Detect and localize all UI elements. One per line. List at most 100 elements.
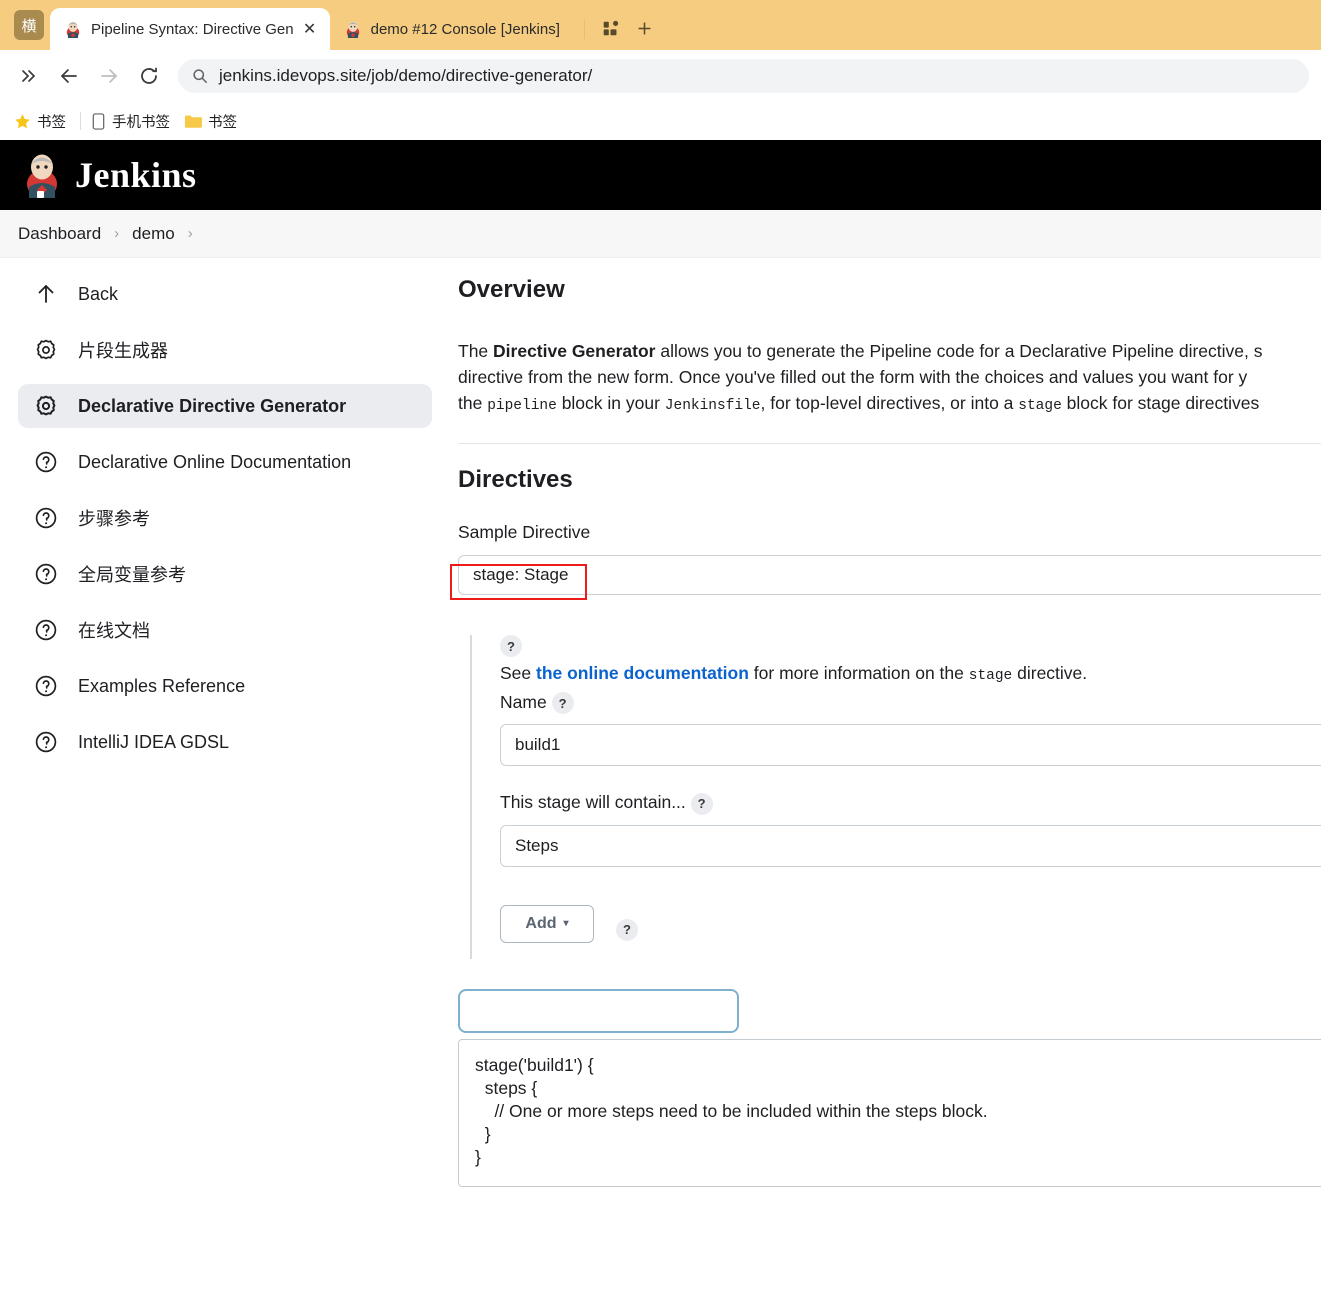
page-body: Back 片段生成器 Declarative Directive Generat… [0,258,1321,1262]
bookmark-item[interactable]: 书签 [184,111,237,132]
browser-chrome: 横 Pipeline Syntax: Directive Gen ✕ demo … [0,0,1321,140]
bookmark-label: 书签 [37,114,66,131]
gear-icon [32,392,60,420]
see-prefix: See [500,663,536,683]
breadcrumb-item-dashboard[interactable]: Dashboard [18,224,101,244]
overview-paragraph-line-3: the pipeline block in your Jenkinsfile, … [458,390,1321,419]
contain-label: This stage will contain... [500,792,686,813]
inline-code-stage: stage [1018,398,1062,414]
bookmark-divider [80,112,81,130]
reload-button[interactable] [132,59,166,93]
jenkins-logo-icon[interactable] [22,152,62,198]
inline-code-stage: stage [968,668,1013,684]
tab-organize-icon[interactable] [597,14,625,42]
help-icon [32,448,60,476]
sample-directive-value: stage: Stage [473,565,569,584]
arrow-up-icon [32,280,60,308]
help-badge-icon[interactable]: ? [690,792,713,815]
search-icon [192,68,208,84]
browser-tab-active[interactable]: Pipeline Syntax: Directive Gen ✕ [50,8,330,50]
generate-directive-button[interactable] [458,988,739,1033]
breadcrumb-item-demo[interactable]: demo [132,224,175,244]
overview-paragraph-line-1: The Directive Generator allows you to ge… [458,338,1321,364]
tab-strip: 横 Pipeline Syntax: Directive Gen ✕ demo … [0,0,1321,50]
help-icon [32,560,60,588]
folder-icon [184,114,202,129]
sample-directive-label: Sample Directive [458,522,591,542]
help-badge-icon[interactable]: ? [500,635,522,657]
breadcrumb: Dashboard › demo › [0,210,1321,258]
overview-text: block in your [556,393,665,413]
bookmark-label: 手机书签 [112,114,170,131]
generated-code-output[interactable]: stage('build1') { steps { // One or more… [458,1038,1321,1187]
browser-toolbar: jenkins.idevops.site/job/demo/directive-… [0,50,1321,102]
sidebar-item-intellij-idea-gdsl[interactable]: IntelliJ IDEA GDSL [18,720,432,764]
see-suffix: directive. [1012,663,1088,683]
browser-tab-inactive[interactable]: demo #12 Console [Jenkins] [330,8,572,50]
bookmark-item[interactable]: 手机书签 [91,111,170,132]
star-icon [14,113,31,130]
sidebar-item-label: 片段生成器 [78,341,168,361]
overview-bold-term: Directive Generator [493,341,656,361]
help-badge-icon[interactable]: ? [551,692,574,715]
sidebar-item-label: Examples Reference [78,675,246,696]
chevron-down-icon: ▾ [563,918,569,930]
jenkins-favicon-icon [66,21,80,38]
name-input[interactable]: build1 [500,724,1321,767]
sidebar-item-label: Declarative Online Documentation [78,451,352,472]
contain-field-label-row: This stage will contain... ? [500,792,1321,815]
sidebar-item-label: 全局变量参考 [78,565,186,585]
sidebar-item-step-reference[interactable]: 步骤参考 [18,496,432,540]
section-divider [458,443,1321,444]
add-button[interactable]: Add ▾ [500,904,594,943]
gear-icon [32,336,60,364]
address-bar-url[interactable]: jenkins.idevops.site/job/demo/directive-… [219,66,592,86]
sidebar-item-label: 步骤参考 [78,509,150,529]
phone-icon [91,112,106,130]
see-middle: for more information on the [748,663,969,683]
help-icon [32,728,60,756]
online-documentation-link[interactable]: the online documentation [536,663,749,683]
name-field-label-row: Name ? [500,692,1321,715]
overview-text: , for top-level directives, or into a [760,393,1019,413]
jenkins-wordmark[interactable]: Jenkins [75,154,197,196]
name-input-value: build1 [515,735,561,755]
forward-button [92,59,126,93]
name-label: Name [500,692,547,712]
inline-code-jenkinsfile: Jenkinsfile [664,398,761,414]
sidebar-item-global-variable-reference[interactable]: 全局变量参考 [18,552,432,596]
sidebar-item-examples-reference[interactable]: Examples Reference [18,664,432,708]
chevron-right-icon: › [187,225,193,242]
sidebar-item-back[interactable]: Back [18,272,432,316]
address-bar[interactable]: jenkins.idevops.site/job/demo/directive-… [178,59,1309,93]
sidebar-item-online-documentation[interactable]: 在线文档 [18,608,432,652]
new-tab-button[interactable] [631,14,659,42]
tab-title: demo #12 Console [Jenkins] [370,20,560,38]
page-title: Overview [458,276,565,303]
overview-text: The [458,341,494,361]
sidebar-item-label: Declarative Directive Generator [78,395,347,416]
contain-select-value: Steps [515,835,559,855]
back-button[interactable] [52,59,86,93]
chevron-right-icon: › [114,225,120,242]
sidebar-item-label: Back [78,283,119,304]
sidebar-item-declarative-directive-generator[interactable]: Declarative Directive Generator [18,384,432,428]
tab-close-icon[interactable]: ✕ [302,19,318,39]
sidebar: Back 片段生成器 Declarative Directive Generat… [0,258,450,1262]
sidebar-item-declarative-online-documentation[interactable]: Declarative Online Documentation [18,440,432,484]
add-button-label: Add [525,914,557,932]
bookmark-item[interactable]: 书签 [14,111,66,132]
main-content: Overview The Directive Generator allows … [450,258,1321,1262]
jenkins-favicon-icon [346,21,359,38]
overview-text: block for stage directives [1061,393,1260,413]
contain-select[interactable]: Steps [500,824,1321,867]
sidebar-item-snippet-generator[interactable]: 片段生成器 [18,328,432,372]
help-badge-icon[interactable]: ? [616,918,638,941]
overview-paragraph-line-2: directive from the new form. Once you've… [458,367,1248,387]
profile-chip[interactable]: 横 [14,10,44,40]
extensions-overflow-icon[interactable] [12,59,46,93]
sidebar-item-label: 在线文档 [78,621,150,641]
sidebar-item-label: IntelliJ IDEA GDSL [78,731,230,752]
sample-directive-select[interactable]: stage: Stage [458,555,1321,595]
overview-text: allows you to generate the Pipeline code… [655,341,1263,361]
